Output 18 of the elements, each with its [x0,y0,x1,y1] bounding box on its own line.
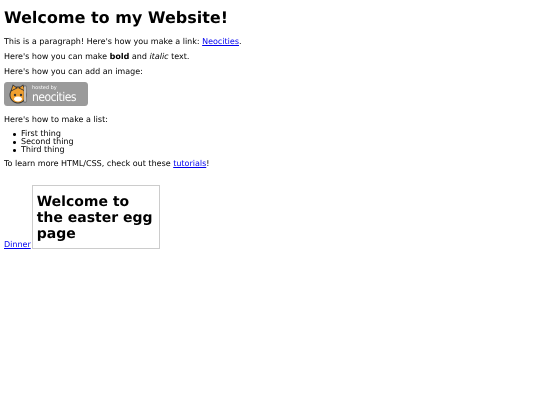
paragraph: Here's how to make a list: [4,115,109,125]
cat-mascot-icon [7,83,29,105]
page-heading: Welcome to my Website! [4,8,230,27]
bullet-icon [13,140,16,144]
list-item: Third thing [21,146,65,154]
paragraph: This is a paragraph! Here's how you make a link: Neocities. [4,37,243,47]
paragraph: To learn more HTML/CSS, check out these tutorials! [4,159,210,169]
link[interactable]: tutorials [173,159,206,168]
link[interactable]: Neocities [202,37,239,46]
bullet-icon [13,132,16,136]
frame-heading: Welcome to the easter egg page [36,194,154,242]
paragraph: Here's how you can make bold and italic text. [4,52,190,62]
bullet-icon [13,148,16,152]
badge-wordmark: neocities [32,90,76,102]
paragraph: Here's how you can add an image: [4,67,144,77]
list-item: Second thing [21,138,74,146]
dinner-link[interactable]: Dinner [4,241,31,249]
list-item: First thing [21,130,61,138]
